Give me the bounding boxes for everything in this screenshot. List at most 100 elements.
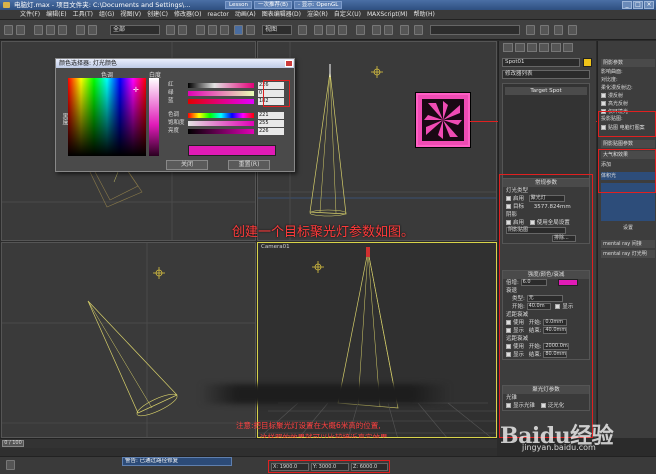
dialog-reset-button[interactable]: 重置(R)	[228, 160, 270, 170]
menu-views[interactable]: 视图(V)	[120, 10, 141, 19]
value-value-field[interactable]: 226	[258, 128, 284, 135]
annotation-note-1: 注意:把目标聚光灯设置在大概6米高的位置,	[236, 421, 381, 430]
dialog-close-icon[interactable]	[285, 60, 293, 67]
dialog-close-button[interactable]: 关闭	[166, 160, 208, 170]
curve-editor-icon[interactable]	[414, 25, 423, 35]
motion-tab-icon[interactable]	[539, 43, 549, 52]
viewport-left-drawing	[2, 243, 255, 437]
layer-manager-icon[interactable]	[400, 25, 409, 35]
percent-snap-icon[interactable]	[338, 25, 347, 35]
select-move-icon[interactable]	[196, 25, 205, 35]
color-dialog-title: 颜色选择器: 灯光颜色	[56, 59, 294, 68]
angle-snap-icon[interactable]	[326, 25, 335, 35]
rgb-values-highlight	[263, 80, 290, 107]
link-icon[interactable]	[34, 25, 43, 35]
undo-icon[interactable]	[4, 25, 13, 35]
quick-render-icon[interactable]	[568, 25, 577, 35]
atmosphere-highlight-frame	[598, 149, 656, 193]
color-row-label: 绿	[168, 90, 174, 96]
display-tab-icon[interactable]	[551, 43, 561, 52]
menu-maxscript[interactable]: MAXScript(M)	[367, 10, 408, 19]
menu-file[interactable]: 文件(F)	[20, 10, 40, 19]
command-panel-tabs	[503, 43, 573, 52]
contrast-label: 对比度:	[601, 77, 618, 83]
saturation-slider[interactable]	[188, 121, 254, 126]
render-frame-icon[interactable]	[554, 25, 563, 35]
close-window-button[interactable]: ×	[644, 1, 654, 9]
green-slider[interactable]	[188, 91, 254, 96]
title-tab-2[interactable]: 一次推荐(B)	[253, 1, 293, 9]
render-setup-icon[interactable]	[540, 25, 549, 35]
unlink-icon[interactable]	[46, 25, 55, 35]
menu-group[interactable]: 组(G)	[99, 10, 114, 19]
blue-slider[interactable]	[188, 99, 254, 104]
title-tab-1[interactable]: Lesson	[225, 1, 252, 9]
maximize-button[interactable]: □	[633, 1, 643, 9]
redo-icon[interactable]	[16, 25, 25, 35]
modifier-list-dropdown[interactable]: 修改器列表	[502, 70, 590, 79]
title-tab-3[interactable]: - 显示: OpenGL	[294, 1, 343, 9]
object-color-swatch[interactable]	[583, 58, 592, 67]
spectrum-cursor-icon[interactable]: ✛	[133, 87, 139, 94]
select-region-icon[interactable]	[166, 25, 175, 35]
color-row-label: 色调	[168, 112, 180, 118]
time-slider[interactable]: 0 / 100	[0, 438, 497, 448]
red-slider[interactable]	[188, 83, 254, 88]
setup-button[interactable]: 设置	[601, 224, 655, 232]
named-selection-set[interactable]	[430, 25, 520, 35]
track-bar[interactable]	[0, 448, 497, 456]
menu-create[interactable]: 创建(C)	[147, 10, 168, 19]
title-tabs: Lesson 一次推荐(B) - 显示: OpenGL	[225, 1, 343, 9]
move-icon[interactable]	[234, 25, 243, 35]
menu-customize[interactable]: 自定义(U)	[334, 10, 361, 19]
menu-edit[interactable]: 编辑(E)	[46, 10, 66, 19]
menu-graph-editors[interactable]: 图表编辑器(D)	[262, 10, 301, 19]
specular-label: 高光反射	[608, 101, 629, 107]
material-editor-icon[interactable]	[526, 25, 535, 35]
shadow-map-params-header[interactable]: 阴影贴图参数	[601, 140, 655, 148]
select-scale-icon[interactable]	[220, 25, 229, 35]
hue-value-field[interactable]: 221	[258, 112, 284, 119]
value-slider[interactable]	[188, 129, 254, 134]
window-controls: _ □ ×	[622, 1, 654, 9]
mental-ray-light-shader-header[interactable]: mental ray 灯光明	[601, 250, 655, 258]
minimize-button[interactable]: _	[622, 1, 632, 9]
bind-space-warp-icon[interactable]	[58, 25, 67, 35]
object-name-field[interactable]: Spot01	[502, 58, 580, 67]
menu-help[interactable]: 帮助(H)	[414, 10, 435, 19]
stack-item-target-spot[interactable]: Target Spot	[505, 87, 587, 95]
hue-slider[interactable]	[188, 113, 254, 118]
menu-animation[interactable]: 动画(A)	[235, 10, 256, 19]
viewport-left[interactable]	[1, 242, 256, 438]
hierarchy-tab-icon[interactable]	[527, 43, 537, 52]
edit-named-selections-icon[interactable]	[356, 25, 365, 35]
menu-tools[interactable]: 工具(T)	[73, 10, 93, 19]
utilities-tab-icon[interactable]	[563, 43, 573, 52]
mental-ray-indirect-header[interactable]: mental ray 间接	[601, 240, 655, 248]
menu-reactor[interactable]: reactor	[207, 10, 229, 19]
diffuse-checkbox[interactable]	[601, 93, 606, 98]
whiteness-bar[interactable]	[149, 78, 159, 156]
mirror-icon[interactable]	[372, 25, 381, 35]
pivot-icon[interactable]	[298, 25, 307, 35]
shadow-params-header[interactable]: 阴影参数	[601, 59, 655, 67]
time-slider-thumb[interactable]: 0 / 100	[2, 440, 24, 447]
maxscript-listener-icon[interactable]	[6, 460, 15, 470]
reference-coord-dropdown[interactable]: 视图	[262, 25, 292, 35]
viewport-camera[interactable]: Camera01	[257, 242, 497, 438]
snap-icon[interactable]	[314, 25, 323, 35]
create-tab-icon[interactable]	[503, 43, 513, 52]
specular-checkbox[interactable]	[601, 101, 606, 106]
modify-tab-icon[interactable]	[515, 43, 525, 52]
menu-modifiers[interactable]: 修改器(O)	[174, 10, 201, 19]
window-crossing-icon[interactable]	[178, 25, 187, 35]
menu-rendering[interactable]: 渲染(R)	[307, 10, 328, 19]
rotate-icon[interactable]	[246, 25, 255, 35]
align-icon[interactable]	[384, 25, 393, 35]
select-rotate-icon[interactable]	[208, 25, 217, 35]
select-icon[interactable]	[76, 25, 85, 35]
saturation-value-field[interactable]: 255	[258, 120, 284, 127]
select-by-name-icon[interactable]	[88, 25, 97, 35]
selection-filter-dropdown[interactable]: 全部	[110, 25, 160, 35]
color-row-label: 亮度	[168, 128, 180, 134]
